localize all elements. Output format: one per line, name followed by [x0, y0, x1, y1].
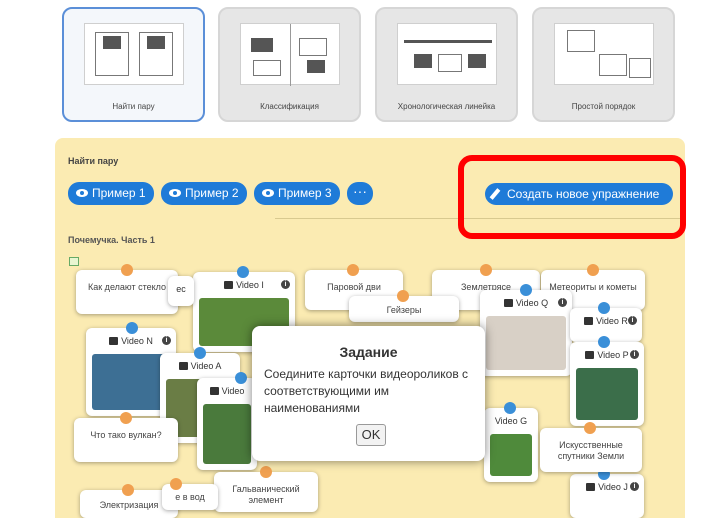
connector-dot[interactable] [584, 422, 596, 434]
video-card[interactable]: ec [168, 276, 194, 306]
video-card[interactable]: Video [197, 372, 257, 470]
video-card[interactable]: Video J i [570, 468, 644, 518]
card-label: Что тако вулкан? [90, 430, 162, 440]
film-icon [586, 483, 596, 491]
text-card[interactable]: е в вод [162, 478, 218, 510]
connector-dot[interactable] [122, 484, 134, 496]
simple-order-illustration [554, 23, 654, 85]
text-card[interactable]: Как делают стекло [76, 264, 178, 314]
highlight-frame [458, 155, 686, 239]
more-button[interactable]: ··· [347, 182, 373, 205]
film-icon [585, 351, 595, 359]
film-icon [178, 362, 188, 370]
connector-dot[interactable] [504, 402, 516, 414]
video-card[interactable]: Video P i [570, 336, 644, 426]
connector-dot[interactable] [121, 264, 133, 276]
info-icon[interactable]: i [558, 298, 567, 307]
example-1-button[interactable]: Пример 1 [68, 182, 154, 205]
template-timeline[interactable]: Хронологическая линейка [375, 7, 518, 122]
connector-dot[interactable] [598, 336, 610, 348]
connector-dot[interactable] [235, 372, 247, 384]
text-card[interactable]: Гальванический элемент [214, 466, 318, 512]
connector-dot[interactable] [587, 264, 599, 276]
find-pair-illustration [84, 23, 184, 85]
video-thumbnail [490, 434, 532, 476]
connector-dot[interactable] [194, 347, 206, 359]
template-classification[interactable]: Классификация [218, 7, 361, 122]
film-icon [209, 387, 219, 395]
card-label: Как делают стекло [88, 282, 166, 292]
text-card[interactable]: Что тако вулкан? [74, 412, 178, 462]
card-label: Гейзеры [386, 305, 422, 315]
video-label: Video N [121, 336, 153, 346]
template-label: Простой порядок [571, 102, 636, 111]
connector-dot[interactable] [520, 284, 532, 296]
video-label: Video G [494, 416, 528, 426]
template-label: Найти пару [112, 102, 155, 111]
video-label: Video A [190, 361, 222, 371]
video-card[interactable]: Video G [484, 402, 538, 482]
dialog-text: Соедините карточки видеороликов с соотве… [264, 367, 469, 415]
example-label: Пример 2 [185, 186, 239, 200]
video-thumbnail [576, 368, 638, 420]
example-2-button[interactable]: Пример 2 [161, 182, 247, 205]
connector-dot[interactable] [397, 290, 409, 302]
card-label: Электризация [99, 500, 159, 510]
info-icon[interactable]: i [162, 336, 171, 345]
video-thumbnail [203, 404, 251, 464]
video-thumbnail [486, 316, 566, 370]
card-label: Паровой дви [327, 282, 381, 292]
film-icon [224, 281, 234, 289]
panel-title: Найти пару [68, 156, 119, 166]
video-label: Video I [236, 280, 264, 290]
info-icon[interactable]: i [630, 350, 639, 359]
film-icon [503, 299, 513, 307]
example-label: Пример 3 [278, 186, 332, 200]
video-card[interactable]: Video Q i [480, 284, 572, 376]
template-simple-order[interactable]: Простой порядок [532, 7, 675, 122]
card-label: е в вод [175, 492, 205, 502]
example-label: Пример 1 [92, 186, 146, 200]
card-label: Гальванический элемент [232, 484, 300, 505]
connector-dot[interactable] [126, 322, 138, 334]
template-find-pair[interactable]: Найти пару [62, 7, 205, 122]
video-label: ec [176, 284, 186, 294]
timeline-illustration [397, 23, 497, 85]
template-label: Классификация [260, 102, 319, 111]
video-thumbnail [92, 354, 170, 410]
eye-icon [169, 189, 181, 197]
text-card[interactable]: Искусственные спутники Земли [540, 422, 642, 472]
film-icon [584, 317, 594, 325]
example-3-button[interactable]: Пример 3 [254, 182, 340, 205]
film-icon [109, 337, 119, 345]
template-label: Хронологическая линейка [397, 102, 496, 111]
dialog-title: Задание [339, 344, 398, 360]
connector-dot[interactable] [598, 302, 610, 314]
edit-icon[interactable] [69, 257, 79, 266]
connector-dot[interactable] [480, 264, 492, 276]
text-card[interactable]: Гейзеры [349, 290, 459, 322]
connector-dot[interactable] [260, 466, 272, 478]
video-label: Video J [598, 482, 628, 492]
eye-icon [76, 189, 88, 197]
video-label: Video R [596, 316, 628, 326]
info-icon[interactable]: i [628, 316, 637, 325]
ok-button[interactable]: OK [356, 424, 386, 446]
task-dialog: Задание Соедините карточки видеороликов … [252, 326, 485, 461]
exercise-subtitle: Почемучка. Часть 1 [68, 235, 155, 245]
connector-dot[interactable] [237, 266, 249, 278]
info-icon[interactable]: i [281, 280, 290, 289]
video-label: Video [221, 386, 245, 396]
card-label: Искусственные спутники Земли [557, 440, 625, 461]
eye-icon [262, 189, 274, 197]
info-icon[interactable]: i [630, 482, 639, 491]
video-label: Video P [597, 350, 629, 360]
connector-dot[interactable] [170, 478, 182, 490]
connector-dot[interactable] [120, 412, 132, 424]
classification-illustration [240, 23, 340, 86]
connector-dot[interactable] [347, 264, 359, 276]
video-label: Video Q [515, 298, 549, 308]
